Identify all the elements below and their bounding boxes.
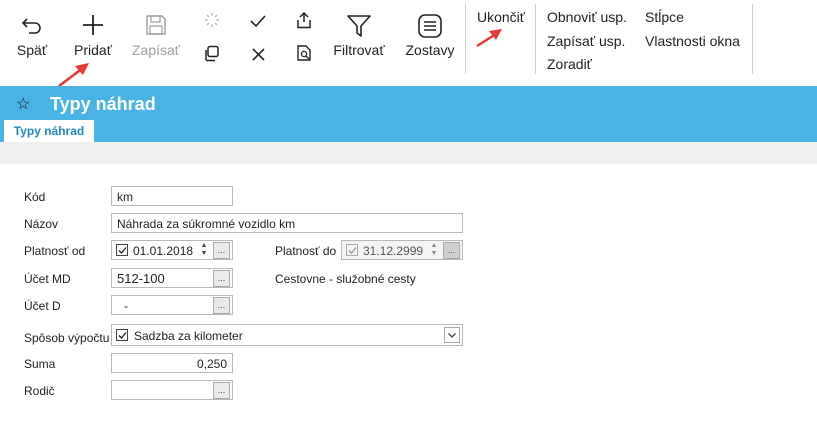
ucet-md-value: 512-100 <box>117 271 165 286</box>
document-search-icon[interactable] <box>297 45 312 62</box>
kod-label: Kód <box>24 190 46 204</box>
checkmark-icon <box>118 247 127 254</box>
ucet-d-lookup-button[interactable]: ... <box>213 297 230 314</box>
save-settings-link[interactable]: Zapísať usp. <box>547 33 625 49</box>
sposob-vypoctu-value: Sadzba za kilometer <box>134 329 243 343</box>
toolbar-separator <box>752 4 753 74</box>
reports-button[interactable]: Zostavy <box>402 14 458 58</box>
tab-strip-background <box>0 142 817 164</box>
sort-link[interactable]: Zoradiť <box>547 56 592 72</box>
window-properties-link[interactable]: Vlastnosti okna <box>645 33 740 49</box>
back-button[interactable]: Späť <box>12 14 52 58</box>
ucet-d-value: - <box>124 299 128 313</box>
suma-input[interactable]: 0,250 <box>111 353 233 373</box>
sposob-checkbox[interactable] <box>116 329 128 341</box>
copy-icon[interactable] <box>203 45 220 62</box>
platnost-od-value: 01.01.2018 <box>133 244 194 258</box>
nazov-label: Názov <box>24 217 59 231</box>
platnost-do-field[interactable]: 31.12.2999 ▲ ▼ ... <box>341 240 463 260</box>
rodic-label: Rodič <box>24 384 55 398</box>
checkmark-icon[interactable] <box>250 14 266 28</box>
columns-link[interactable]: Stĺpce <box>645 9 684 25</box>
ucet-md-label: Účet MD <box>24 272 71 286</box>
save-button[interactable]: Zapísať <box>130 14 182 58</box>
nazov-input[interactable]: Náhrada za súkromné vozidlo km <box>111 213 463 233</box>
platnost-do-value: 31.12.2999 <box>363 244 424 258</box>
exit-button[interactable]: Ukončiť <box>477 9 525 25</box>
reports-list-icon <box>418 14 442 38</box>
ucet-d-label: Účet D <box>24 299 61 313</box>
platnost-od-checkbox[interactable] <box>116 244 128 256</box>
back-label: Späť <box>16 42 48 58</box>
tab-typy-nahrad[interactable]: Typy náhrad <box>4 120 94 142</box>
annotation-arrow-icon <box>58 63 89 87</box>
sposob-vypoctu-select[interactable]: Sadzba za kilometer <box>111 324 463 346</box>
toolbar: Späť Pridať Zapísať Filtrovať Zostavy Uk… <box>0 0 817 87</box>
toolbar-separator <box>535 4 536 74</box>
undo-arrow-icon <box>21 18 41 34</box>
page-title: Typy náhrad <box>50 94 156 114</box>
checkmark-icon <box>118 332 127 339</box>
toolbar-separator <box>465 4 466 74</box>
ucet-md-lookup-button[interactable]: ... <box>213 270 230 287</box>
loading-spinner-icon <box>205 13 219 27</box>
floppy-disk-icon <box>146 15 166 35</box>
sposob-vypoctu-label: Spôsob výpočtu <box>24 331 110 345</box>
ucet-md-description: Cestovne - služobné cesty <box>275 272 416 286</box>
rodic-input[interactable]: ... <box>111 380 233 400</box>
kod-input[interactable]: km <box>111 186 233 206</box>
date-spinner[interactable]: ▲ ▼ <box>199 242 209 260</box>
checkmark-icon <box>348 247 357 254</box>
filter-funnel-icon <box>347 15 371 37</box>
ucet-d-input[interactable]: - ... <box>111 295 233 315</box>
title-bar: ☆ Typy náhrad <box>0 86 817 142</box>
filter-label: Filtrovať <box>333 42 385 58</box>
add-label: Pridať <box>74 42 112 58</box>
close-icon[interactable] <box>252 48 265 61</box>
date-picker-button[interactable]: ... <box>213 242 230 259</box>
dropdown-button[interactable] <box>444 327 460 343</box>
share-export-icon[interactable] <box>297 12 311 29</box>
plus-icon <box>83 15 103 35</box>
date-spinner[interactable]: ▲ ▼ <box>429 242 439 260</box>
platnost-do-label: Platnosť do <box>275 244 337 258</box>
platnost-od-label: Platnosť od <box>24 244 86 258</box>
add-button[interactable]: Pridať <box>70 14 116 58</box>
suma-label: Suma <box>24 357 56 371</box>
refresh-settings-link[interactable]: Obnoviť usp. <box>547 9 627 25</box>
date-picker-button[interactable]: ... <box>443 242 460 259</box>
platnost-od-field[interactable]: 01.01.2018 ▲ ▼ ... <box>111 240 233 260</box>
chevron-down-icon <box>448 333 456 338</box>
platnost-do-checkbox[interactable] <box>346 244 358 256</box>
annotation-arrow-icon <box>476 29 502 48</box>
reports-label: Zostavy <box>405 42 455 58</box>
favorite-star-icon[interactable]: ☆ <box>16 94 30 114</box>
filter-button[interactable]: Filtrovať <box>330 14 388 58</box>
ucet-md-input[interactable]: 512-100 ... <box>111 268 233 288</box>
rodic-lookup-button[interactable]: ... <box>213 382 230 399</box>
save-label: Zapísať <box>131 42 181 58</box>
